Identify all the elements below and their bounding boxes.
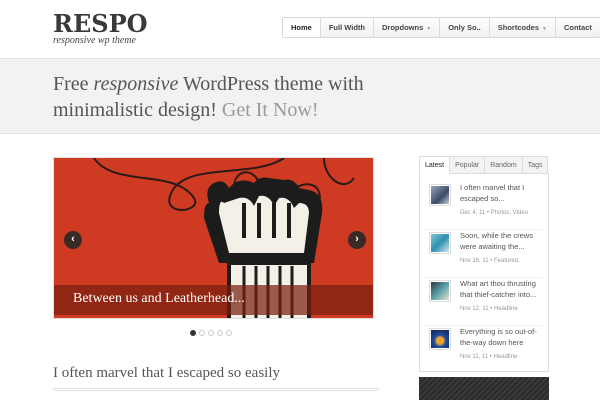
sidebar-tabs-widget: Latest Popular Random Tags I often marve… — [419, 156, 549, 372]
slider-dot-2[interactable] — [199, 330, 205, 336]
list-item[interactable]: What art thou thrusting that thief-catch… — [426, 278, 542, 326]
nav-item-full-width[interactable]: Full Width — [321, 18, 375, 37]
list-item[interactable]: I often marvel that I escaped so... Dec … — [426, 182, 542, 230]
slider-dot-5[interactable] — [226, 330, 232, 336]
nav-item-shortcodes[interactable]: Shortcodes ▼ — [490, 18, 556, 37]
post-meta: Nov 11, 11 • Headline — [460, 354, 518, 360]
banner-cta-link[interactable]: Get It Now! — [222, 99, 319, 121]
banner-text-em: responsive — [93, 73, 179, 95]
chevron-right-icon[interactable]: › — [348, 231, 366, 249]
nav-item-shortcodes-label: Shortcodes — [497, 23, 539, 32]
chevron-down-icon: ▼ — [542, 26, 547, 32]
nav-item-dropdowns[interactable]: Dropdowns ▼ — [374, 18, 441, 37]
site-logo[interactable]: RESPO responsive wp theme — [53, 12, 148, 46]
site-header: RESPO responsive wp theme Home Full Widt… — [0, 0, 600, 58]
nav-item-dropdowns-label: Dropdowns — [382, 23, 424, 32]
nav-item-home[interactable]: Home — [283, 18, 321, 37]
post-thumbnail[interactable] — [429, 328, 451, 350]
slider-dot-4[interactable] — [217, 330, 223, 336]
widget-tabs: Latest Popular Random Tags — [419, 156, 549, 174]
latest-posts-list: I often marvel that I escaped so... Dec … — [419, 173, 549, 372]
post-link[interactable]: Everything is so out-of-the-way down her… — [460, 326, 544, 348]
banner-text-1: Free — [53, 73, 94, 95]
post-meta: Nov 16, 11 • Featured, — [460, 258, 520, 264]
post-meta: Nov 12, 11 • Headline — [460, 306, 518, 312]
tab-random[interactable]: Random — [485, 156, 523, 174]
nav-item-only-so[interactable]: Only So.. — [440, 18, 490, 37]
image-slider[interactable]: Between us and Leatherhead... ‹ › — [53, 157, 374, 319]
logo-title: RESPO — [53, 9, 148, 38]
main-nav: Home Full Width Dropdowns ▼ Only So.. Sho… — [282, 17, 600, 38]
post-meta: Dec 4, 11 • Photos, Video — [460, 210, 528, 216]
post-thumbnail[interactable] — [429, 232, 451, 254]
banner-headline: Free responsive WordPress theme with min… — [53, 71, 413, 123]
slider-dot-3[interactable] — [208, 330, 214, 336]
list-item[interactable]: Soon, while the crews were awaiting the.… — [426, 230, 542, 278]
slide-caption-text[interactable]: Between us and Leatherhead... — [73, 291, 245, 307]
slider-pagination — [190, 330, 232, 336]
chevron-down-icon: ▼ — [426, 26, 432, 32]
tab-latest[interactable]: Latest — [419, 156, 451, 174]
dark-widget-header — [419, 377, 549, 400]
slider-dot-1[interactable] — [190, 330, 196, 336]
tab-tags[interactable]: Tags — [522, 156, 549, 174]
post-link[interactable]: I often marvel that I escaped so... — [460, 182, 544, 204]
hero-banner: Free responsive WordPress theme with min… — [0, 58, 600, 134]
logo-subtitle: responsive wp theme — [53, 35, 136, 46]
tab-popular[interactable]: Popular — [450, 156, 486, 174]
post-link[interactable]: Soon, while the crews were awaiting the.… — [460, 230, 544, 252]
chevron-left-icon[interactable]: ‹ — [64, 231, 82, 249]
nav-item-contact[interactable]: Contact — [556, 18, 600, 37]
post-thumbnail[interactable] — [429, 280, 451, 302]
slide-caption: Between us and Leatherhead... — [54, 285, 373, 315]
post-link[interactable]: What art thou thrusting that thief-catch… — [460, 278, 544, 300]
post-thumbnail[interactable] — [429, 184, 451, 206]
post-title[interactable]: I often marvel that I escaped so easily — [53, 365, 280, 382]
list-item[interactable]: Everything is so out-of-the-way down her… — [426, 326, 542, 374]
post-divider — [53, 388, 379, 391]
